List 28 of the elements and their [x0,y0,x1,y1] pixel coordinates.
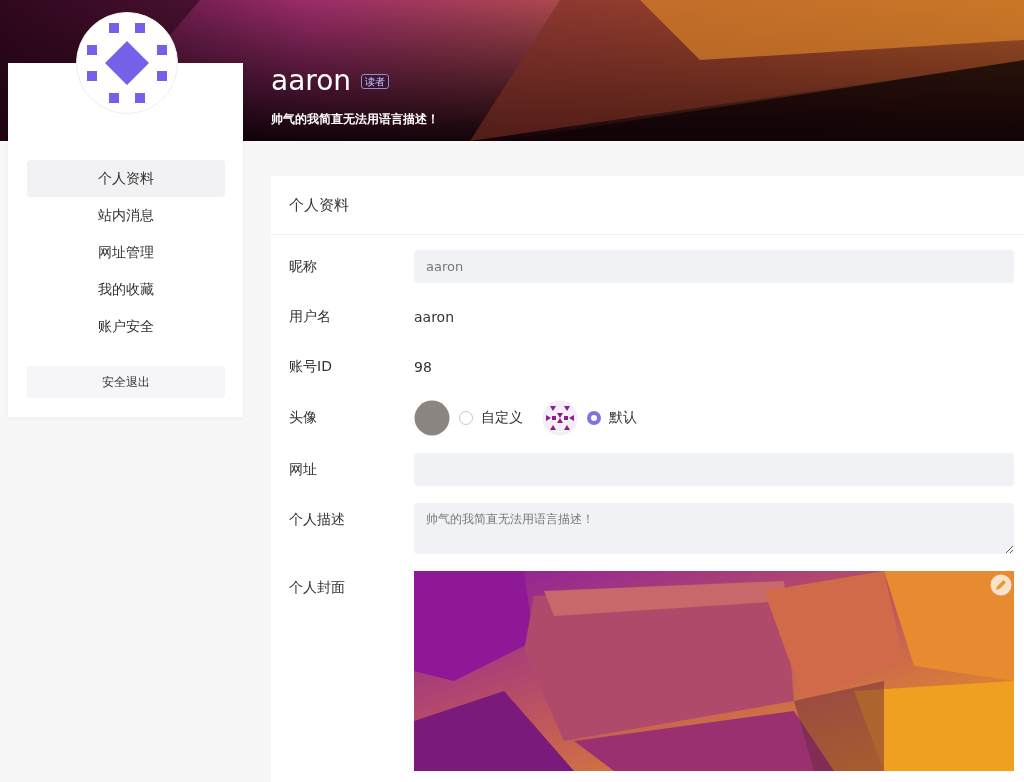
field-label: 账号ID [289,357,333,376]
input-field[interactable]: aaron [414,250,1014,283]
nav-item[interactable]: 账户安全 [27,308,225,345]
avatar-icon [414,400,450,436]
field-value: aaron [414,308,455,325]
nav-item[interactable]: 个人资料 [27,160,225,197]
radio-button[interactable] [459,411,473,425]
role-badge: 读者 [361,73,390,89]
edit-icon[interactable] [990,574,1012,596]
field-value: 98 [414,358,432,375]
radio-label: 默认 [609,409,637,427]
radio-button[interactable] [587,411,601,425]
logout-button[interactable]: 安全退出 [27,366,225,398]
avatar-icon [542,400,578,436]
field-label: 头像 [289,409,318,427]
nav-item[interactable]: 网址管理 [27,234,225,271]
field-label: 网址 [289,460,318,479]
text-area[interactable]: 帅气的我简直无法用语言描述！ [414,503,1014,554]
field-label: 昵称 [289,257,318,276]
user-bio: 帅气的我简直无法用语言描述！ [271,111,440,128]
panel-title: 个人资料 [271,176,1024,235]
radio-label: 自定义 [481,409,523,427]
username: aaron [271,64,352,98]
field-label: 用户名 [289,307,332,326]
nav-item[interactable]: 我的收藏 [27,271,225,308]
field-label: 个人描述 [289,510,346,529]
nav-item[interactable]: 站内消息 [27,197,225,234]
field-label: 个人封面 [289,578,346,597]
